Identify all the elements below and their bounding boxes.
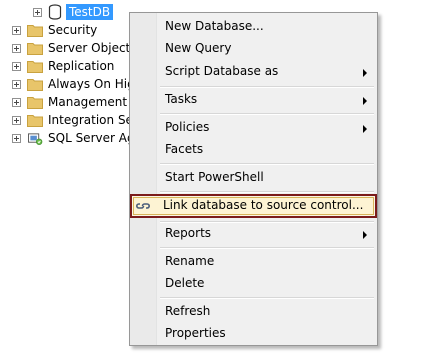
menu-separator	[160, 113, 374, 115]
menu-separator	[160, 86, 374, 88]
expand-icon[interactable]	[12, 43, 21, 53]
link-icon	[136, 203, 150, 209]
expand-icon[interactable]	[12, 79, 21, 89]
tree-node-management[interactable]: Management	[12, 93, 127, 111]
tree-node-testdb[interactable]: TestDB	[33, 3, 114, 21]
submenu-arrow-icon	[363, 231, 367, 239]
submenu-arrow-icon	[363, 125, 367, 133]
tree-node-always-on[interactable]: Always On Hig	[12, 75, 135, 93]
context-menu: New Database... New Query Script Databas…	[129, 12, 378, 346]
menu-item-label: Script Database as	[165, 64, 279, 78]
folder-icon	[27, 96, 43, 109]
menu-item-refresh[interactable]: Refresh	[132, 301, 375, 323]
menu-item-label: Properties	[165, 326, 226, 340]
database-icon	[48, 4, 62, 20]
tree-node-replication[interactable]: Replication	[12, 57, 114, 75]
menu-item-rename[interactable]: Rename	[132, 251, 375, 273]
menu-item-label: Delete	[165, 276, 205, 290]
tree-node-label[interactable]: Security	[48, 23, 97, 37]
tree-node-label[interactable]: TestDB	[66, 4, 114, 20]
menu-item-reports[interactable]: Reports	[132, 223, 375, 245]
expand-icon[interactable]	[33, 7, 42, 17]
folder-icon	[27, 42, 43, 55]
tree-node-sql-server-agent[interactable]: SQL Server Age	[12, 129, 142, 147]
menu-item-tasks[interactable]: Tasks	[132, 89, 375, 111]
submenu-arrow-icon	[363, 69, 367, 77]
menu-item-label: Facets	[165, 142, 204, 156]
menu-separator	[160, 191, 374, 193]
expand-icon[interactable]	[12, 115, 21, 125]
tree-node-label[interactable]: Server Objects	[48, 41, 137, 55]
folder-icon	[27, 78, 43, 91]
menu-item-new-query[interactable]: New Query	[132, 38, 375, 60]
tree-node-security[interactable]: Security	[12, 21, 97, 39]
tree-node-integration-services[interactable]: Integration Serv	[12, 111, 145, 129]
menu-item-policies[interactable]: Policies	[132, 117, 375, 139]
menu-item-label: Tasks	[165, 92, 198, 106]
submenu-arrow-icon	[363, 97, 367, 105]
expand-icon[interactable]	[12, 25, 21, 35]
folder-icon	[27, 24, 43, 37]
menu-item-facets[interactable]: Facets	[132, 139, 375, 161]
menu-item-label: New Query	[165, 41, 232, 55]
tree-node-label[interactable]: Always On Hig	[48, 77, 135, 91]
menu-item-label: Start PowerShell	[165, 170, 264, 184]
menu-item-label: Reports	[165, 226, 212, 240]
menu-item-delete[interactable]: Delete	[132, 273, 375, 295]
menu-item-properties[interactable]: Properties	[132, 323, 375, 345]
folder-icon	[27, 60, 43, 73]
expand-icon[interactable]	[12, 97, 21, 107]
expand-icon[interactable]	[12, 133, 21, 143]
menu-separator	[160, 163, 374, 165]
menu-separator	[160, 247, 374, 249]
tree-node-server-objects[interactable]: Server Objects	[12, 39, 137, 57]
menu-item-script-database-as[interactable]: Script Database as	[132, 61, 375, 83]
expand-icon[interactable]	[12, 61, 21, 71]
menu-item-link-database-to-source-control[interactable]: Link database to source control...	[130, 194, 377, 218]
menu-item-new-database[interactable]: New Database...	[132, 16, 375, 38]
menu-item-start-powershell[interactable]: Start PowerShell	[132, 167, 375, 189]
tree-node-label[interactable]: SQL Server Age	[48, 131, 142, 145]
tree-node-label[interactable]: Management	[48, 95, 127, 109]
menu-item-label: Refresh	[165, 304, 211, 318]
menu-separator	[160, 297, 374, 299]
menu-item-label: Policies	[165, 120, 210, 134]
menu-item-label: New Database...	[165, 19, 264, 33]
menu-item-label: Link database to source control...	[163, 198, 364, 212]
folder-icon	[27, 114, 43, 127]
tree-node-label[interactable]: Replication	[48, 59, 114, 73]
menu-item-label: Rename	[165, 254, 215, 268]
sql-agent-icon	[28, 132, 43, 145]
